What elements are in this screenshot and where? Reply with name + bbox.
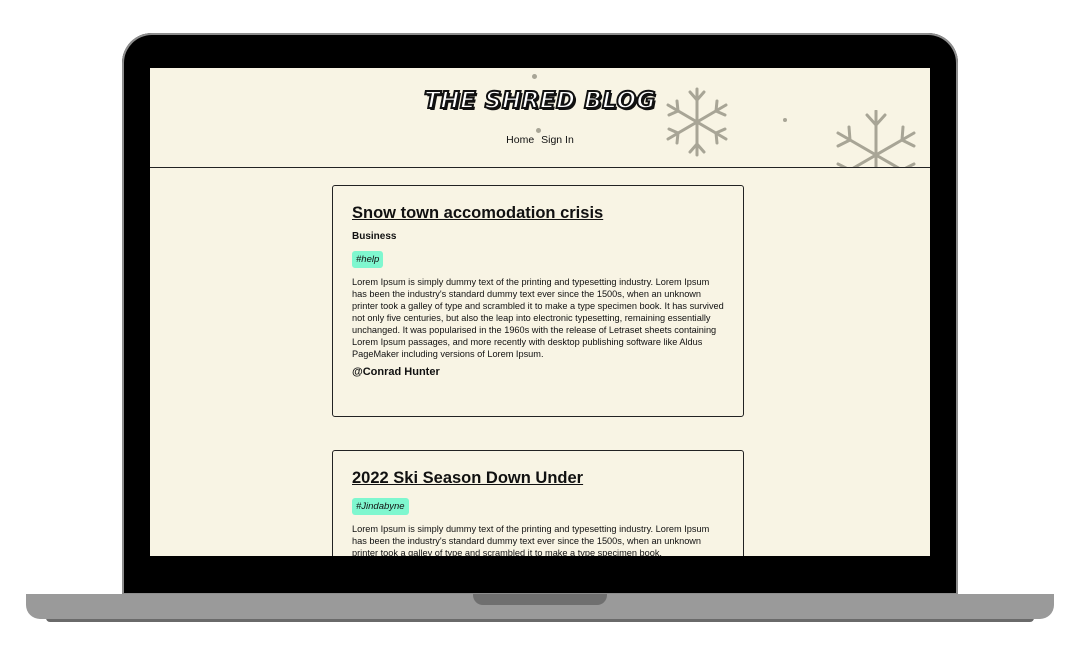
snow-dot-icon <box>783 118 787 122</box>
site-logo[interactable]: THE SHRED BLOG <box>150 87 930 115</box>
post-body: Lorem Ipsum is simply dummy text of the … <box>352 524 710 556</box>
post-title-link[interactable]: Snow town accomodation crisis <box>352 204 724 223</box>
nav-sign-in-link[interactable]: Sign In <box>541 134 574 146</box>
post-author-link[interactable]: @Conrad Hunter <box>352 366 724 378</box>
snow-dot-icon <box>536 128 541 133</box>
nav-home-link[interactable]: Home <box>506 134 534 146</box>
laptop-mockup: THE SHRED BLOG Home Sign In Snow town ac… <box>0 0 1080 668</box>
post-title-link[interactable]: 2022 Ski Season Down Under <box>352 469 724 488</box>
main-nav: Home Sign In <box>150 134 930 146</box>
post-feed: Snow town accomodation crisis Business #… <box>150 168 930 556</box>
site-header: THE SHRED BLOG Home Sign In <box>150 68 930 168</box>
browser-viewport: THE SHRED BLOG Home Sign In Snow town ac… <box>150 68 930 556</box>
post-tag[interactable]: #help <box>352 251 384 268</box>
laptop-notch <box>473 594 607 605</box>
post-card: Snow town accomodation crisis Business #… <box>332 185 744 417</box>
post-tag[interactable]: #Jindabyne <box>352 498 409 515</box>
snow-dot-icon <box>532 74 537 79</box>
post-card: 2022 Ski Season Down Under #Jindabyne Lo… <box>332 450 744 556</box>
post-category: Business <box>352 231 397 242</box>
post-body: Lorem Ipsum is simply dummy text of the … <box>352 277 724 359</box>
